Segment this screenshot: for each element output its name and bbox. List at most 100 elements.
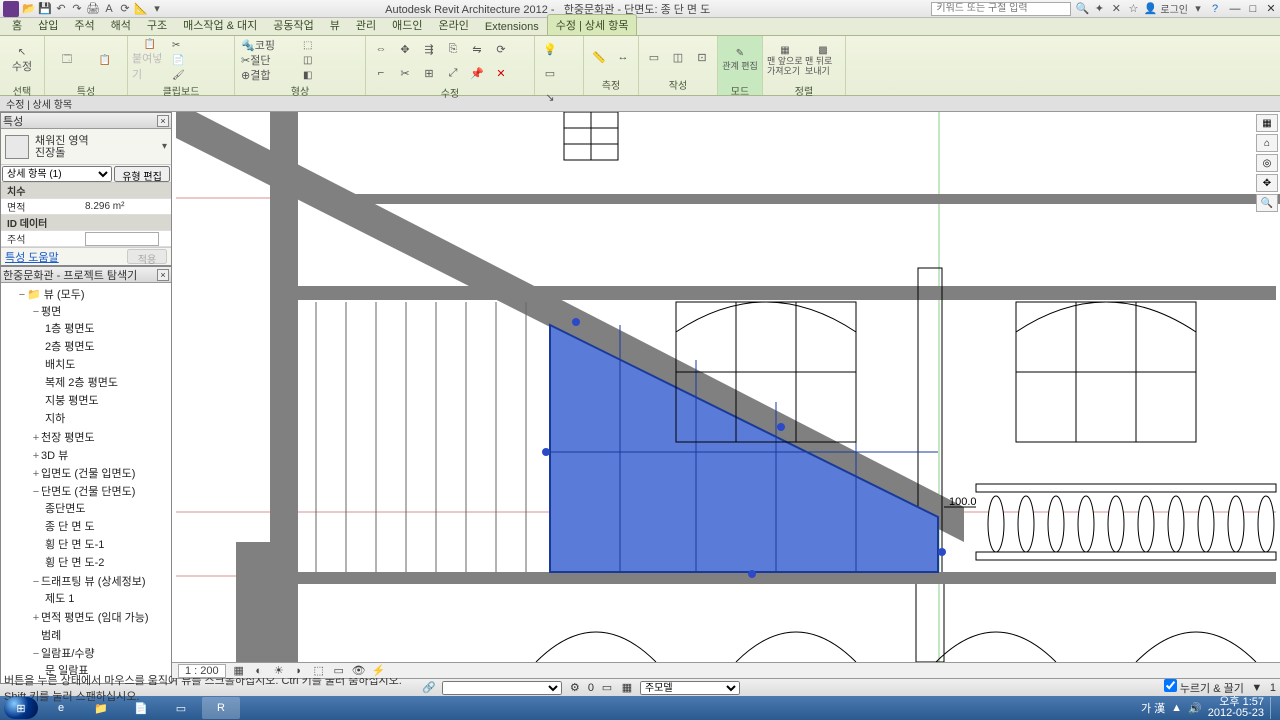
drawing-canvas[interactable]: 100.0 ▦ ⌂ ◎ ✥ 🔍 bbox=[172, 112, 1280, 662]
match-button[interactable]: 🖌 bbox=[170, 68, 230, 82]
view-opt1[interactable]: 💡 bbox=[539, 38, 561, 60]
tab-addins[interactable]: 애드인 bbox=[384, 15, 430, 35]
geom-opt1[interactable]: ⬚ bbox=[301, 38, 361, 52]
tree-elev[interactable]: +입면도 (건물 입면도) bbox=[31, 464, 169, 482]
split-button[interactable]: ✂ bbox=[394, 62, 416, 84]
cut-button[interactable]: ✂ bbox=[170, 38, 230, 52]
tree-item[interactable]: 2층 평면도 bbox=[45, 337, 169, 355]
paste-button[interactable]: 📋붙여넣기 bbox=[132, 38, 168, 82]
tree-item[interactable]: 종단면도 bbox=[45, 499, 169, 517]
array-button[interactable]: ⊞ bbox=[418, 62, 440, 84]
tab-insert[interactable]: 삽입 bbox=[30, 15, 66, 35]
align-button[interactable]: ⇔ bbox=[370, 38, 392, 60]
tab-online[interactable]: 온라인 bbox=[431, 15, 477, 35]
tree-item[interactable]: 배치도 bbox=[45, 355, 169, 373]
tree-plans[interactable]: −평면 1층 평면도 2층 평면도 배치도 복제 2층 평면도 지붕 평면도 지… bbox=[31, 302, 169, 428]
tray-icon[interactable]: 🔊 bbox=[1188, 702, 1202, 715]
scale-button[interactable]: ⤢ bbox=[442, 62, 464, 84]
join-geom-button[interactable]: ⊕ 결합 bbox=[239, 68, 299, 82]
help-search-input[interactable] bbox=[931, 2, 1071, 16]
save-icon[interactable]: 💾 bbox=[38, 2, 52, 16]
workset-icon[interactable]: 🔗 bbox=[422, 681, 436, 695]
tab-modify-detail[interactable]: 수정 | 상세 항목 bbox=[547, 14, 638, 35]
rotate-button[interactable]: ⟳ bbox=[490, 38, 512, 60]
hide-icon[interactable]: 👁 bbox=[352, 665, 366, 677]
chevron-down-icon[interactable]: ▾ bbox=[162, 141, 167, 152]
close-icon[interactable]: × bbox=[157, 115, 169, 127]
tree-3d[interactable]: +3D 뷰 bbox=[31, 446, 169, 464]
more-icon[interactable]: ▾ bbox=[150, 2, 164, 16]
bring-front-button[interactable]: ▦맨 앞으로 가져오기 bbox=[767, 38, 803, 82]
comment-input[interactable] bbox=[85, 232, 159, 246]
tree-item[interactable]: 복제 2층 평면도 bbox=[45, 373, 169, 391]
browser-title[interactable]: 한중문화관 - 프로젝트 탐색기 × bbox=[1, 267, 171, 283]
offset-button[interactable]: ⇶ bbox=[418, 38, 440, 60]
measure-button[interactable]: 📏 bbox=[588, 46, 610, 68]
apply-button[interactable]: 적용 bbox=[127, 249, 167, 264]
exchange-icon[interactable]: ✕ bbox=[1109, 2, 1123, 16]
tab-annotate[interactable]: 주석 bbox=[66, 15, 102, 35]
tree-root[interactable]: −📁 뷰 (모두) −평면 1층 평면도 2층 평면도 배치도 복제 2층 평면… bbox=[17, 285, 169, 681]
open-icon[interactable]: 📂 bbox=[22, 2, 36, 16]
mirror-button[interactable]: ⇋ bbox=[466, 38, 488, 60]
properties-help-link[interactable]: 특성 도움말 bbox=[5, 249, 59, 265]
help-icon[interactable]: ? bbox=[1208, 2, 1222, 16]
tree-item[interactable]: 횡 단 면 도-2 bbox=[45, 553, 169, 571]
redo-icon[interactable]: ↷ bbox=[70, 2, 84, 16]
sync-icon[interactable]: ⟳ bbox=[118, 2, 132, 16]
geom-opt3[interactable]: ◧ bbox=[301, 68, 361, 82]
taskbar-app1[interactable]: 📄 bbox=[122, 697, 160, 719]
subscription-icon[interactable]: ✦ bbox=[1092, 2, 1106, 16]
edit-boundary-button[interactable]: ✎관계 편집 bbox=[722, 38, 758, 82]
copy-button[interactable]: 📄 bbox=[170, 53, 230, 67]
main-model-select[interactable]: 주모델 bbox=[640, 681, 740, 695]
tab-massing[interactable]: 매스작업 & 대지 bbox=[175, 15, 265, 35]
filter-icon[interactable]: ▼ bbox=[1250, 681, 1264, 695]
reveal-icon[interactable]: ⚡ bbox=[372, 665, 386, 677]
home-icon[interactable]: ⌂ bbox=[1256, 134, 1278, 152]
tree-item[interactable]: 종 단 면 도 bbox=[45, 517, 169, 535]
maximize-button[interactable]: □ bbox=[1244, 2, 1262, 16]
sun-icon[interactable]: ☀ bbox=[272, 665, 286, 677]
pan-icon[interactable]: ✥ bbox=[1256, 174, 1278, 192]
design-options-icon[interactable]: ⚙ bbox=[568, 681, 582, 695]
tab-view[interactable]: 뷰 bbox=[322, 15, 348, 35]
shadow-icon[interactable]: ◗ bbox=[292, 665, 306, 677]
minimize-button[interactable]: — bbox=[1226, 2, 1244, 16]
measure-icon[interactable]: 📐 bbox=[134, 2, 148, 16]
show-desktop[interactable] bbox=[1270, 697, 1278, 719]
signin-icon[interactable]: 👤 bbox=[1143, 2, 1157, 16]
steering-icon[interactable]: ◎ bbox=[1256, 154, 1278, 172]
workset-select[interactable] bbox=[442, 681, 562, 695]
edit-type-button[interactable]: 유형 편집 bbox=[114, 166, 170, 182]
tree-legend[interactable]: 범례 bbox=[31, 626, 169, 644]
tree-ceiling[interactable]: +천장 평면도 bbox=[31, 428, 169, 446]
favorite-icon[interactable]: ☆ bbox=[1126, 2, 1140, 16]
print-icon[interactable]: 🖨 bbox=[86, 2, 100, 16]
dropdown-icon[interactable]: ▾ bbox=[1191, 2, 1205, 16]
view-opt2[interactable]: ▭ bbox=[539, 62, 561, 84]
tray-date[interactable]: 2012-05-23 bbox=[1208, 708, 1264, 719]
taskbar-explorer[interactable]: 📁 bbox=[82, 697, 120, 719]
tab-structure[interactable]: 구조 bbox=[139, 15, 175, 35]
coping-button[interactable]: 🔩 코핑 bbox=[239, 38, 299, 52]
taskbar-ie[interactable]: e bbox=[42, 697, 80, 719]
detail-level-icon[interactable]: ▦ bbox=[232, 665, 246, 677]
tab-manage[interactable]: 관리 bbox=[348, 15, 384, 35]
ime-indicator[interactable]: 가 漢 bbox=[1141, 700, 1165, 716]
search-icon[interactable]: 🔍 bbox=[1075, 2, 1089, 16]
properties-title[interactable]: 특성 × bbox=[1, 113, 171, 129]
tab-collab[interactable]: 공동작업 bbox=[265, 15, 321, 35]
geom-opt2[interactable]: ◫ bbox=[301, 53, 361, 67]
signin-label[interactable]: 로그인 bbox=[1160, 2, 1188, 16]
pin-button[interactable]: 📌 bbox=[466, 62, 488, 84]
crop-icon[interactable]: ⬚ bbox=[312, 665, 326, 677]
tree-item[interactable]: 지붕 평면도 bbox=[45, 391, 169, 409]
undo-icon[interactable]: ↶ bbox=[54, 2, 68, 16]
trim-button[interactable]: ⌐ bbox=[370, 62, 392, 84]
exclude-icon[interactable]: ▦ bbox=[620, 681, 634, 695]
visual-style-icon[interactable]: ◐ bbox=[252, 665, 266, 677]
tray-icon[interactable]: ▲ bbox=[1171, 702, 1182, 714]
tree-area[interactable]: +면적 평면도 (임대 가능) bbox=[31, 608, 169, 626]
copy-mod-button[interactable]: ⎘ bbox=[442, 38, 464, 60]
